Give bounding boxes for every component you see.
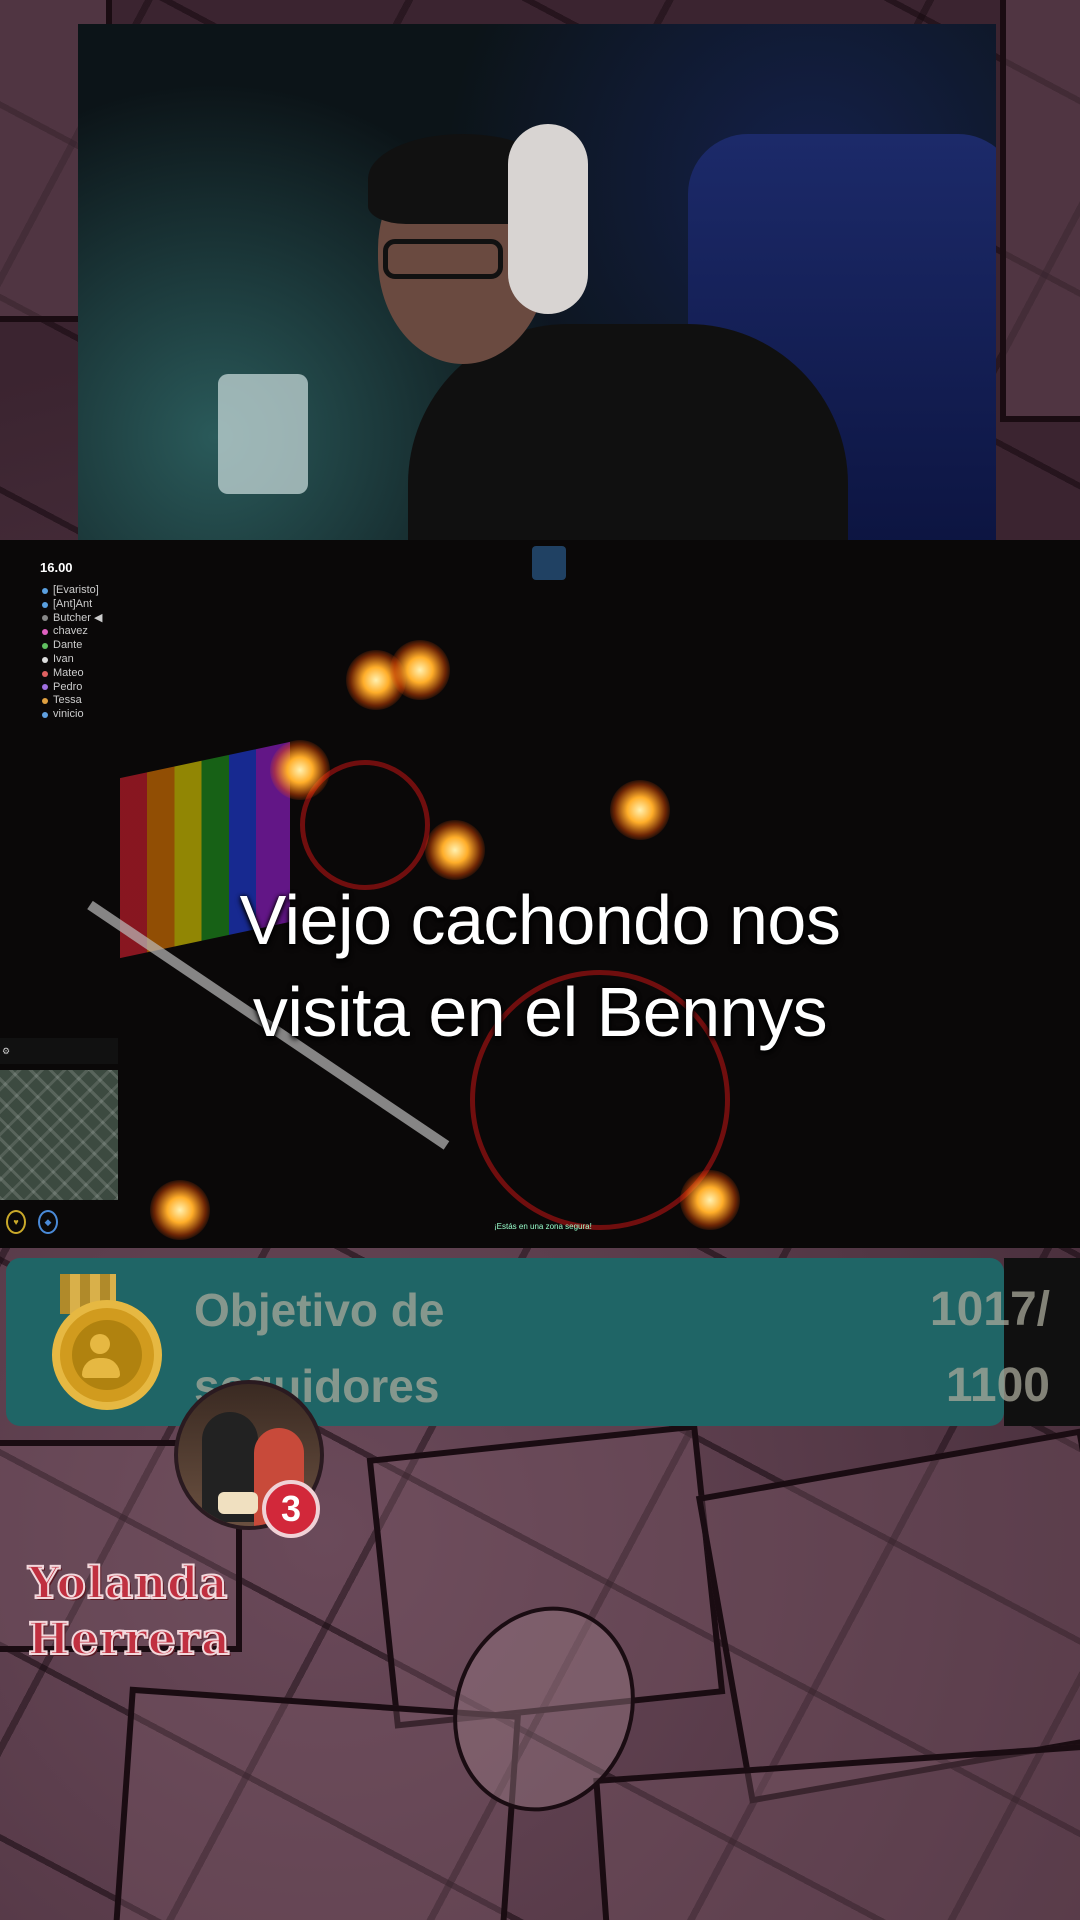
player-list-item: chavez — [42, 625, 102, 639]
player-name: Ivan — [53, 652, 74, 665]
player-list-item: Mateo — [42, 667, 102, 681]
rank-badge: 3 — [262, 1480, 320, 1538]
server-logo — [532, 546, 566, 580]
followers-medal-icon — [52, 1300, 162, 1410]
status-icons: ♥ ◆ — [6, 1210, 58, 1234]
game-clock: 16.00 — [40, 560, 73, 575]
player-name: Butcher ◀ — [53, 611, 103, 624]
player-status-dot — [42, 601, 48, 608]
player-name: chavez — [53, 625, 88, 638]
player-list-item: Pedro — [42, 681, 102, 695]
caption-line-1: Viejo cachondo nos — [239, 881, 841, 959]
flame — [390, 640, 450, 700]
player-status-dot — [42, 643, 48, 650]
player-status-dot — [42, 629, 48, 636]
safe-zone-notice: ¡Estás en una zona segura! — [494, 1222, 592, 1231]
player-list: [Evaristo] [Ant]Ant Butcher ◀ chavez Dante Iv… — [42, 584, 102, 722]
desk-lamp — [218, 374, 308, 494]
player-status-dot — [42, 656, 48, 663]
flame — [150, 1180, 210, 1240]
player-name: Pedro — [53, 680, 83, 693]
player-status-dot — [42, 615, 48, 622]
player-name: vinicio — [53, 708, 84, 721]
goal-count: 1017/ 1100 — [880, 1272, 1050, 1424]
flame — [425, 820, 485, 880]
player-status-dot — [42, 587, 48, 594]
player-list-item: [Ant]Ant — [42, 598, 102, 612]
armor-icon: ◆ — [38, 1210, 58, 1234]
caption-line-2: visita en el Bennys — [252, 973, 828, 1051]
player-name: Mateo — [53, 666, 84, 679]
supporter-last-name: Herrera — [27, 1613, 231, 1666]
player-status-dot — [42, 670, 48, 677]
comic-panel — [593, 1742, 1080, 1920]
player-list-item: Butcher ◀ — [42, 612, 102, 626]
player-list-item: [Evaristo] — [42, 584, 102, 598]
minimap — [0, 1070, 118, 1200]
glasses — [383, 239, 503, 279]
goal-count-current: 1017/ — [929, 1283, 1050, 1336]
player-list-item: Ivan — [42, 653, 102, 667]
player-list-item: vinicio — [42, 708, 102, 722]
supporter-name: Yolanda Herrera — [27, 1556, 231, 1668]
player-list-item: Dante — [42, 639, 102, 653]
comic-panel — [1000, 0, 1080, 422]
flame — [610, 780, 670, 840]
goal-count-target: 1100 — [945, 1359, 1050, 1412]
player-status-dot — [42, 698, 48, 705]
supporter-first-name: Yolanda — [27, 1557, 229, 1610]
player-name: [Evaristo] — [53, 584, 99, 596]
player-status-dot — [42, 712, 48, 719]
player-name: Dante — [53, 639, 83, 652]
webcam-feed — [78, 24, 996, 540]
player-name: Tessa — [53, 694, 82, 707]
video-caption: Viejo cachondo nos visita en el Bennys — [0, 874, 1080, 1058]
player-status-dot — [42, 684, 48, 691]
flame — [680, 1170, 740, 1230]
health-icon: ♥ — [6, 1210, 26, 1234]
player-name: [Ant]Ant — [53, 597, 93, 610]
player-list-item: Tessa — [42, 694, 102, 708]
headset — [508, 124, 588, 314]
flame — [270, 740, 330, 800]
